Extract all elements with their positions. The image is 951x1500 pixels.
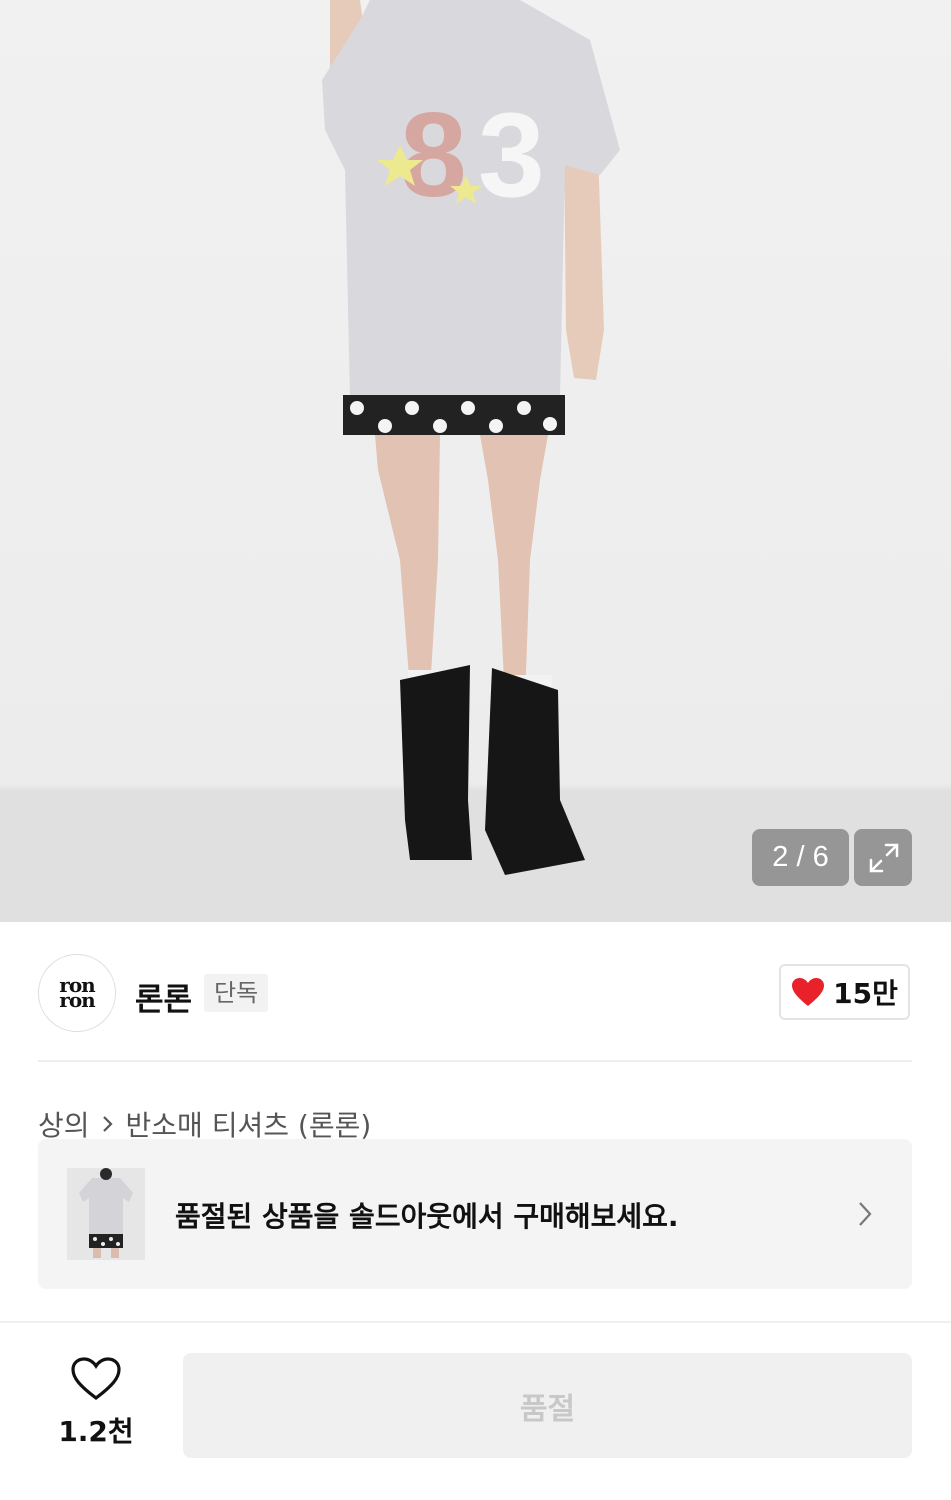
breadcrumb-subcategory[interactable]: 반소매 티셔츠 (론론) xyxy=(126,1104,372,1144)
shop-logo-line-2: ron xyxy=(59,988,95,1012)
expand-icon xyxy=(869,843,899,873)
chevron-right-icon xyxy=(102,1116,113,1132)
svg-text:3: 3 xyxy=(478,88,545,222)
wish-count: 1.2천 xyxy=(58,1415,134,1448)
heart-filled-icon xyxy=(792,978,825,1006)
shop-logo[interactable]: ron ron xyxy=(38,954,116,1032)
soldout-button[interactable]: 품절 xyxy=(183,1353,912,1458)
expand-button[interactable] xyxy=(854,829,912,886)
divider xyxy=(38,1060,912,1062)
heart-outline-icon xyxy=(71,1357,121,1401)
image-counter: 2 / 6 xyxy=(752,829,849,886)
soldout-banner[interactable]: 품절된 상품을 솔드아웃에서 구매해보세요. xyxy=(38,1139,912,1289)
product-image[interactable]: 8 3 2 / 6 xyxy=(0,0,951,922)
chevron-right-icon xyxy=(859,1202,872,1226)
banner-thumbnail xyxy=(67,1168,145,1260)
bottom-bar-divider xyxy=(0,1321,951,1323)
breadcrumb: 상의 반소매 티셔츠 (론론) xyxy=(38,1104,371,1144)
banner-message: 품절된 상품을 솔드아웃에서 구매해보세요. xyxy=(175,1200,679,1233)
shop-like-button[interactable]: 15만 xyxy=(779,964,910,1020)
shop-name[interactable]: 론론 xyxy=(135,974,192,1019)
model-photo: 8 3 xyxy=(0,0,951,922)
exclusive-badge: 단독 xyxy=(204,974,269,1012)
breadcrumb-category[interactable]: 상의 xyxy=(38,1104,90,1144)
wish-button[interactable]: 1.2천 xyxy=(56,1356,136,1450)
shop-like-count: 15만 xyxy=(833,977,898,1010)
